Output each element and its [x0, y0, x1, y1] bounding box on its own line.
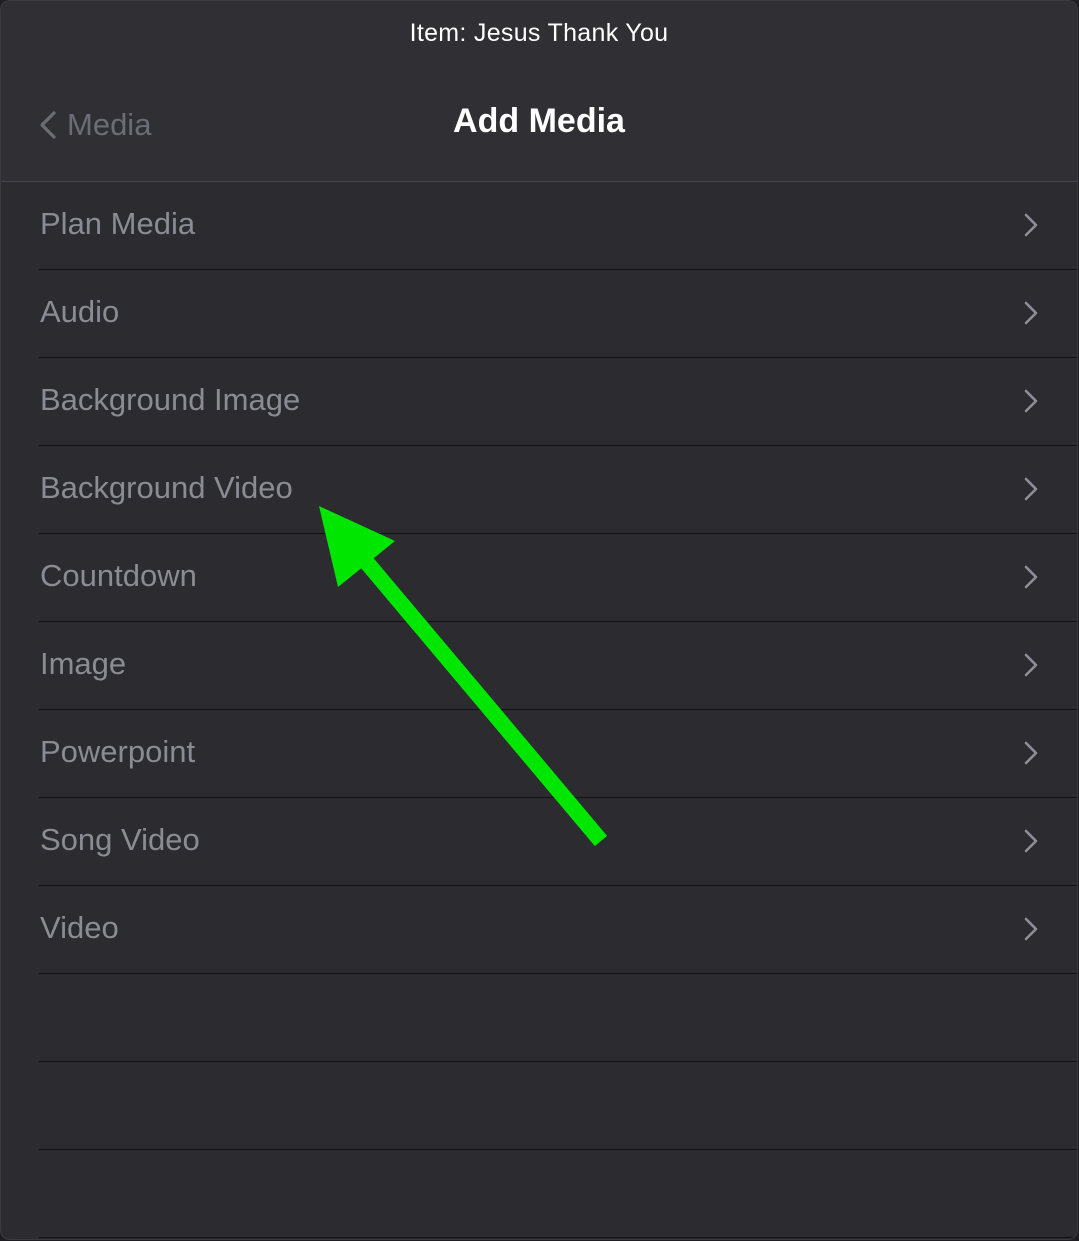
list-item-image[interactable]: Image: [39, 622, 1077, 710]
empty-row: [39, 1150, 1077, 1238]
navigation-header: Item: Jesus Thank You Media Add Media: [1, 1, 1077, 182]
list-item-video[interactable]: Video: [39, 886, 1077, 974]
chevron-right-icon: [1024, 917, 1038, 941]
list-item-background-video[interactable]: Background Video: [39, 446, 1077, 534]
list-item-label: Powerpoint: [40, 734, 196, 769]
list-item-plan-media[interactable]: Plan Media: [39, 182, 1077, 270]
chevron-right-icon: [1024, 477, 1038, 501]
list-item-label: Plan Media: [40, 206, 196, 241]
chevron-right-icon: [1024, 653, 1038, 677]
chevron-right-icon: [1024, 389, 1038, 413]
chevron-right-icon: [1024, 565, 1038, 589]
chevron-right-icon: [1024, 301, 1038, 325]
list-item-label: Video: [40, 910, 119, 945]
empty-row: [39, 974, 1077, 1062]
list-item-background-image[interactable]: Background Image: [39, 358, 1077, 446]
list-item-label: Background Video: [40, 470, 293, 505]
list-item-label: Background Image: [40, 382, 301, 417]
list-item-label: Audio: [40, 294, 120, 329]
item-title: Item: Jesus Thank You: [409, 19, 669, 47]
list-item-label: Image: [40, 646, 127, 681]
add-media-panel: Item: Jesus Thank You Media Add Media Pl…: [0, 0, 1078, 1240]
empty-row: [39, 1062, 1077, 1150]
chevron-right-icon: [1024, 213, 1038, 237]
chevron-right-icon: [1024, 829, 1038, 853]
chevron-right-icon: [1024, 741, 1038, 765]
list-item-countdown[interactable]: Countdown: [39, 534, 1077, 622]
list-item-label: Song Video: [40, 822, 200, 857]
list-item-powerpoint[interactable]: Powerpoint: [39, 710, 1077, 798]
media-type-list: Plan Media Audio Background Image Backgr…: [1, 182, 1077, 1238]
list-item-song-video[interactable]: Song Video: [39, 798, 1077, 886]
page-title: Add Media: [453, 102, 625, 140]
list-item-audio[interactable]: Audio: [39, 270, 1077, 358]
list-item-label: Countdown: [40, 558, 197, 593]
